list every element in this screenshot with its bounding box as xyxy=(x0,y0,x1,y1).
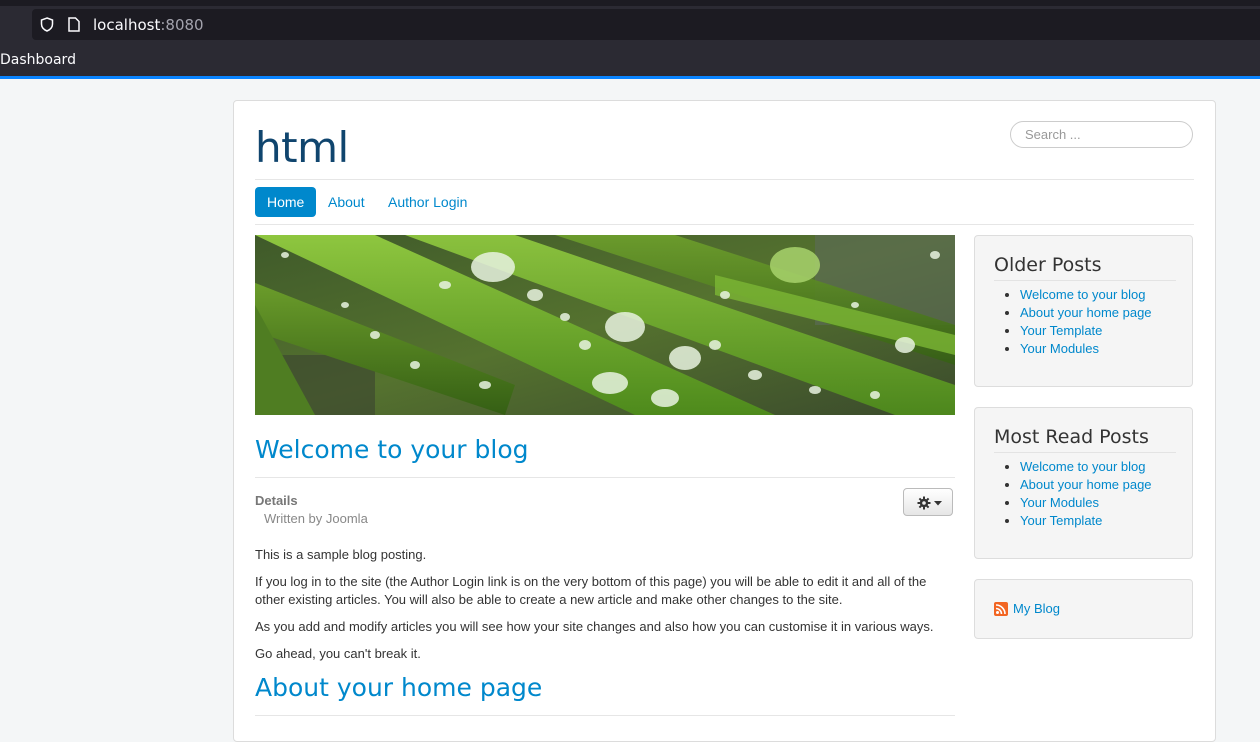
page-container: html Home About Author Login xyxy=(233,100,1216,742)
list-item: About your home page xyxy=(1020,304,1152,322)
list-item: About your home page xyxy=(1020,476,1152,494)
article-divider xyxy=(255,477,955,478)
browser-chrome: localhost:8080 Dashboard xyxy=(0,0,1260,79)
list-item: Welcome to your blog xyxy=(1020,286,1152,304)
module-divider xyxy=(994,452,1176,453)
url-port: :8080 xyxy=(160,16,204,34)
rss-icon xyxy=(994,601,1008,616)
most-read-module: Most Read Posts Welcome to your blog Abo… xyxy=(974,407,1193,559)
feed-link[interactable]: My Blog xyxy=(994,601,1060,617)
module-title: Older Posts xyxy=(994,254,1102,276)
header-divider xyxy=(255,179,1194,180)
article-author: Written by Joomla xyxy=(264,511,368,526)
article-tools-button[interactable] xyxy=(903,488,953,516)
article-paragraph: This is a sample blog posting. xyxy=(255,547,427,562)
bookmark-dashboard[interactable]: Dashboard xyxy=(0,52,76,68)
post-link[interactable]: Your Template xyxy=(1020,323,1102,338)
article-paragraph: If you log in to the site (the Author Lo… xyxy=(255,574,927,607)
post-link[interactable]: Your Modules xyxy=(1020,341,1099,356)
older-posts-module: Older Posts Welcome to your blog About y… xyxy=(974,235,1193,387)
article-title[interactable]: About your home page xyxy=(255,673,542,702)
list-item: Your Template xyxy=(1020,512,1152,530)
nav-about[interactable]: About xyxy=(328,187,365,217)
url-text[interactable]: localhost:8080 xyxy=(93,16,204,34)
module-divider xyxy=(994,280,1176,281)
list-item: Your Modules xyxy=(1020,494,1152,512)
gear-icon xyxy=(917,496,931,510)
caret-down-icon xyxy=(934,501,942,506)
bookmarks-bar: Dashboard xyxy=(0,50,1260,76)
hero-image xyxy=(255,235,955,415)
url-host: localhost xyxy=(93,16,161,34)
feed-label: My Blog xyxy=(1013,601,1060,616)
post-link[interactable]: About your home page xyxy=(1020,477,1152,492)
search-input[interactable] xyxy=(1010,121,1193,148)
post-link[interactable]: Your Template xyxy=(1020,513,1102,528)
post-link[interactable]: About your home page xyxy=(1020,305,1152,320)
list-item: Your Template xyxy=(1020,322,1152,340)
post-link[interactable]: Welcome to your blog xyxy=(1020,459,1146,474)
module-title: Most Read Posts xyxy=(994,426,1149,448)
article-title[interactable]: Welcome to your blog xyxy=(255,435,529,464)
shield-icon[interactable] xyxy=(40,17,54,32)
most-read-list: Welcome to your blog About your home pag… xyxy=(1002,458,1152,530)
older-posts-list: Welcome to your blog About your home pag… xyxy=(1002,286,1152,358)
address-bar[interactable] xyxy=(32,9,1260,40)
article-paragraph: Go ahead, you can't break it. xyxy=(255,646,421,661)
feed-module: My Blog xyxy=(974,579,1193,639)
article-details-label: Details xyxy=(255,493,298,508)
list-item: Welcome to your blog xyxy=(1020,458,1152,476)
list-item: Your Modules xyxy=(1020,340,1152,358)
loading-accent-line xyxy=(0,76,1260,79)
post-link[interactable]: Your Modules xyxy=(1020,495,1099,510)
nav-author-login[interactable]: Author Login xyxy=(388,187,467,217)
page-icon xyxy=(68,17,80,32)
article-paragraph: As you add and modify articles you will … xyxy=(255,619,934,634)
tab-strip xyxy=(0,0,1260,6)
site-title[interactable]: html xyxy=(255,123,349,172)
article-divider xyxy=(255,715,955,716)
nav-divider xyxy=(255,224,1194,225)
nav-home[interactable]: Home xyxy=(255,187,317,217)
post-link[interactable]: Welcome to your blog xyxy=(1020,287,1146,302)
